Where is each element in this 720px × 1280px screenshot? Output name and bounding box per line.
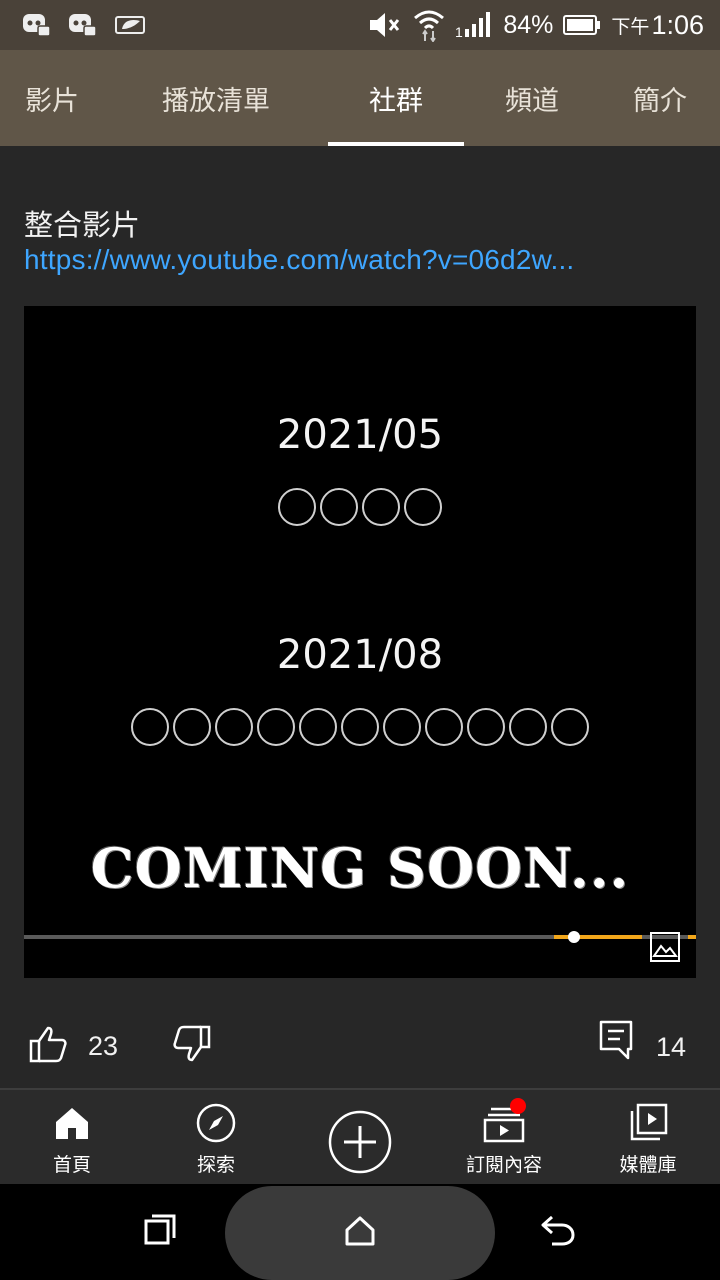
home-icon [50, 1102, 94, 1144]
placeholder-circle [257, 708, 295, 746]
post-text: 整合影片 [24, 208, 141, 242]
post-link[interactable]: https://www.youtube.com/watch?v=06d2w... [24, 244, 574, 276]
nav-explore[interactable]: 探索 [144, 1090, 288, 1184]
placeholder-circle [320, 488, 358, 526]
discord-icon [22, 12, 52, 38]
placeholder-circle [551, 708, 589, 746]
circle-row-2 [24, 708, 696, 746]
nav-home-label: 首頁 [52, 1154, 91, 1176]
image-icon[interactable] [650, 932, 680, 962]
back-icon [540, 1213, 576, 1251]
compass-icon [194, 1102, 238, 1144]
date-label-2: 2021/08 [276, 632, 444, 678]
date-label-1: 2021/05 [276, 412, 444, 458]
comment-icon [598, 1019, 634, 1065]
tab-community[interactable]: 社群 [328, 50, 464, 146]
placeholder-circle [383, 708, 421, 746]
time-prefix: 下午 [611, 16, 650, 38]
image-progress-highlight-end [688, 935, 696, 939]
comments-button[interactable]: 14 [598, 1019, 686, 1065]
discord-icon [68, 12, 98, 38]
dislike-button[interactable] [172, 1025, 212, 1067]
nav-subscriptions[interactable]: 訂閱內容 [432, 1090, 576, 1184]
bottom-navigation: 首頁 探索 訂閱內容 媒體庫 [0, 1090, 720, 1184]
placeholder-circle [215, 708, 253, 746]
placeholder-circle [362, 488, 400, 526]
nav-subscriptions-label: 訂閱內容 [465, 1154, 542, 1176]
channel-tab-bar: 影片 播放清單 社群 頻道 簡介 [0, 50, 720, 146]
placeholder-circle [299, 708, 337, 746]
notification-dot [510, 1098, 526, 1114]
clock: 1:06 [651, 9, 704, 40]
add-icon [328, 1110, 392, 1178]
svg-text:1: 1 [455, 24, 463, 39]
recent-apps-icon [143, 1213, 177, 1251]
tab-playlists[interactable]: 播放清單 [104, 50, 328, 146]
nav-explore-label: 探索 [196, 1154, 235, 1176]
placeholder-circle [509, 708, 547, 746]
post-actions: 23 14 [0, 1001, 720, 1081]
library-icon [626, 1102, 670, 1144]
battery-percent: 84% [503, 10, 554, 39]
comment-count: 14 [656, 1031, 687, 1062]
placeholder-circle [404, 488, 442, 526]
home-outline-icon [344, 1215, 376, 1251]
circle-row-1 [24, 488, 696, 526]
progress-knob[interactable] [568, 931, 580, 943]
nav-library[interactable]: 媒體庫 [576, 1090, 720, 1184]
placeholder-circle [173, 708, 211, 746]
tab-about[interactable]: 簡介 [600, 50, 720, 146]
coming-soon-text: COMING SOON... [90, 836, 630, 900]
nav-home[interactable]: 首頁 [0, 1090, 144, 1184]
signal-icon: 1 [455, 11, 493, 39]
leaf-battery-icon [114, 13, 148, 37]
home-button[interactable] [225, 1186, 495, 1280]
placeholder-circle [341, 708, 379, 746]
recent-apps-button[interactable] [130, 1204, 190, 1260]
post-image[interactable]: 2021/05 2021/08 COMING SOON... [24, 306, 696, 978]
back-button[interactable] [528, 1204, 588, 1260]
mute-icon [367, 10, 403, 40]
battery-icon [563, 14, 601, 36]
status-bar: 1 84% 下午 1:06 [0, 0, 720, 50]
wifi-icon [413, 8, 445, 42]
placeholder-circle [425, 708, 463, 746]
subscriptions-icon [482, 1098, 526, 1144]
thumbs-up-icon [28, 1025, 68, 1067]
placeholder-circle [278, 488, 316, 526]
community-post: 整合影片 https://www.youtube.com/watch?v=06d… [0, 146, 720, 1088]
tab-channels[interactable]: 頻道 [464, 50, 600, 146]
thumbs-down-icon [172, 1025, 212, 1067]
nav-add[interactable] [288, 1090, 432, 1184]
tab-videos[interactable]: 影片 [0, 50, 104, 146]
placeholder-circle [467, 708, 505, 746]
placeholder-circle [131, 708, 169, 746]
like-count: 23 [88, 1030, 119, 1061]
system-navigation-bar [0, 1184, 720, 1280]
like-button[interactable]: 23 [28, 1025, 118, 1067]
nav-library-label: 媒體庫 [619, 1154, 677, 1176]
